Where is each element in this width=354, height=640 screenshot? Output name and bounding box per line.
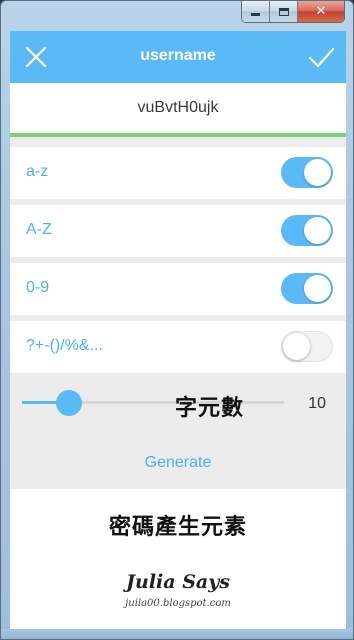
toggle-knob — [304, 159, 331, 186]
option-label-digits: 0-9 — [26, 279, 50, 296]
generate-button[interactable]: Generate — [10, 454, 346, 472]
window-bottom-border — [1, 629, 353, 639]
maximize-button[interactable] — [270, 1, 298, 22]
window-close-button[interactable]: ✕ — [298, 1, 344, 22]
checkmark-icon[interactable] — [306, 43, 336, 71]
annotation-footer: 密碼產生元素 Julia Says juila00.blogspot.com — [10, 489, 346, 631]
password-generator-app: username vuBvtH0ujk a-z A-Z 0-9 ?+-()/%&… — [10, 31, 346, 631]
length-value: 10 — [308, 395, 326, 412]
signature-name: Julia Says — [126, 571, 230, 593]
app-window: ✕ username vuBvtH0ujk a-z A-Z 0-9 ?+-()/… — [0, 0, 354, 640]
option-row-uppercase: A-Z — [10, 205, 346, 257]
minimize-icon — [251, 13, 260, 16]
app-header: username — [10, 31, 346, 83]
option-row-symbols: ?+-()/%&... — [10, 321, 346, 373]
generated-password[interactable]: vuBvtH0ujk — [10, 99, 346, 117]
window-titlebar[interactable]: ✕ — [1, 1, 353, 29]
toggle-lowercase[interactable] — [281, 157, 333, 188]
generate-row: Generate — [10, 439, 346, 491]
option-label-lowercase: a-z — [26, 163, 49, 180]
maximize-icon — [278, 7, 289, 16]
toggle-knob — [304, 275, 331, 302]
length-slider-thumb[interactable] — [56, 390, 83, 416]
signature-url: juila00.blogspot.com — [125, 598, 231, 609]
option-row-digits: 0-9 — [10, 263, 346, 315]
option-label-symbols: ?+-()/%&... — [26, 337, 103, 354]
toggle-symbols[interactable] — [281, 331, 333, 362]
option-row-lowercase: a-z — [10, 147, 346, 199]
generated-password-box: vuBvtH0ujk — [10, 83, 346, 137]
window-close-icon: ✕ — [315, 4, 327, 19]
window-caption-buttons: ✕ — [241, 1, 345, 23]
toggle-uppercase[interactable] — [281, 215, 333, 246]
page-title: username — [140, 47, 216, 64]
option-label-uppercase: A-Z — [26, 221, 52, 238]
toggle-digits[interactable] — [281, 273, 333, 304]
toggle-knob — [283, 333, 310, 360]
toggle-knob — [304, 217, 331, 244]
annotation-title: 密碼產生元素 — [108, 514, 247, 540]
minimize-button[interactable] — [242, 1, 270, 22]
length-slider-row: 字元數 10 — [10, 379, 346, 431]
length-annotation: 字元數 — [175, 395, 245, 421]
